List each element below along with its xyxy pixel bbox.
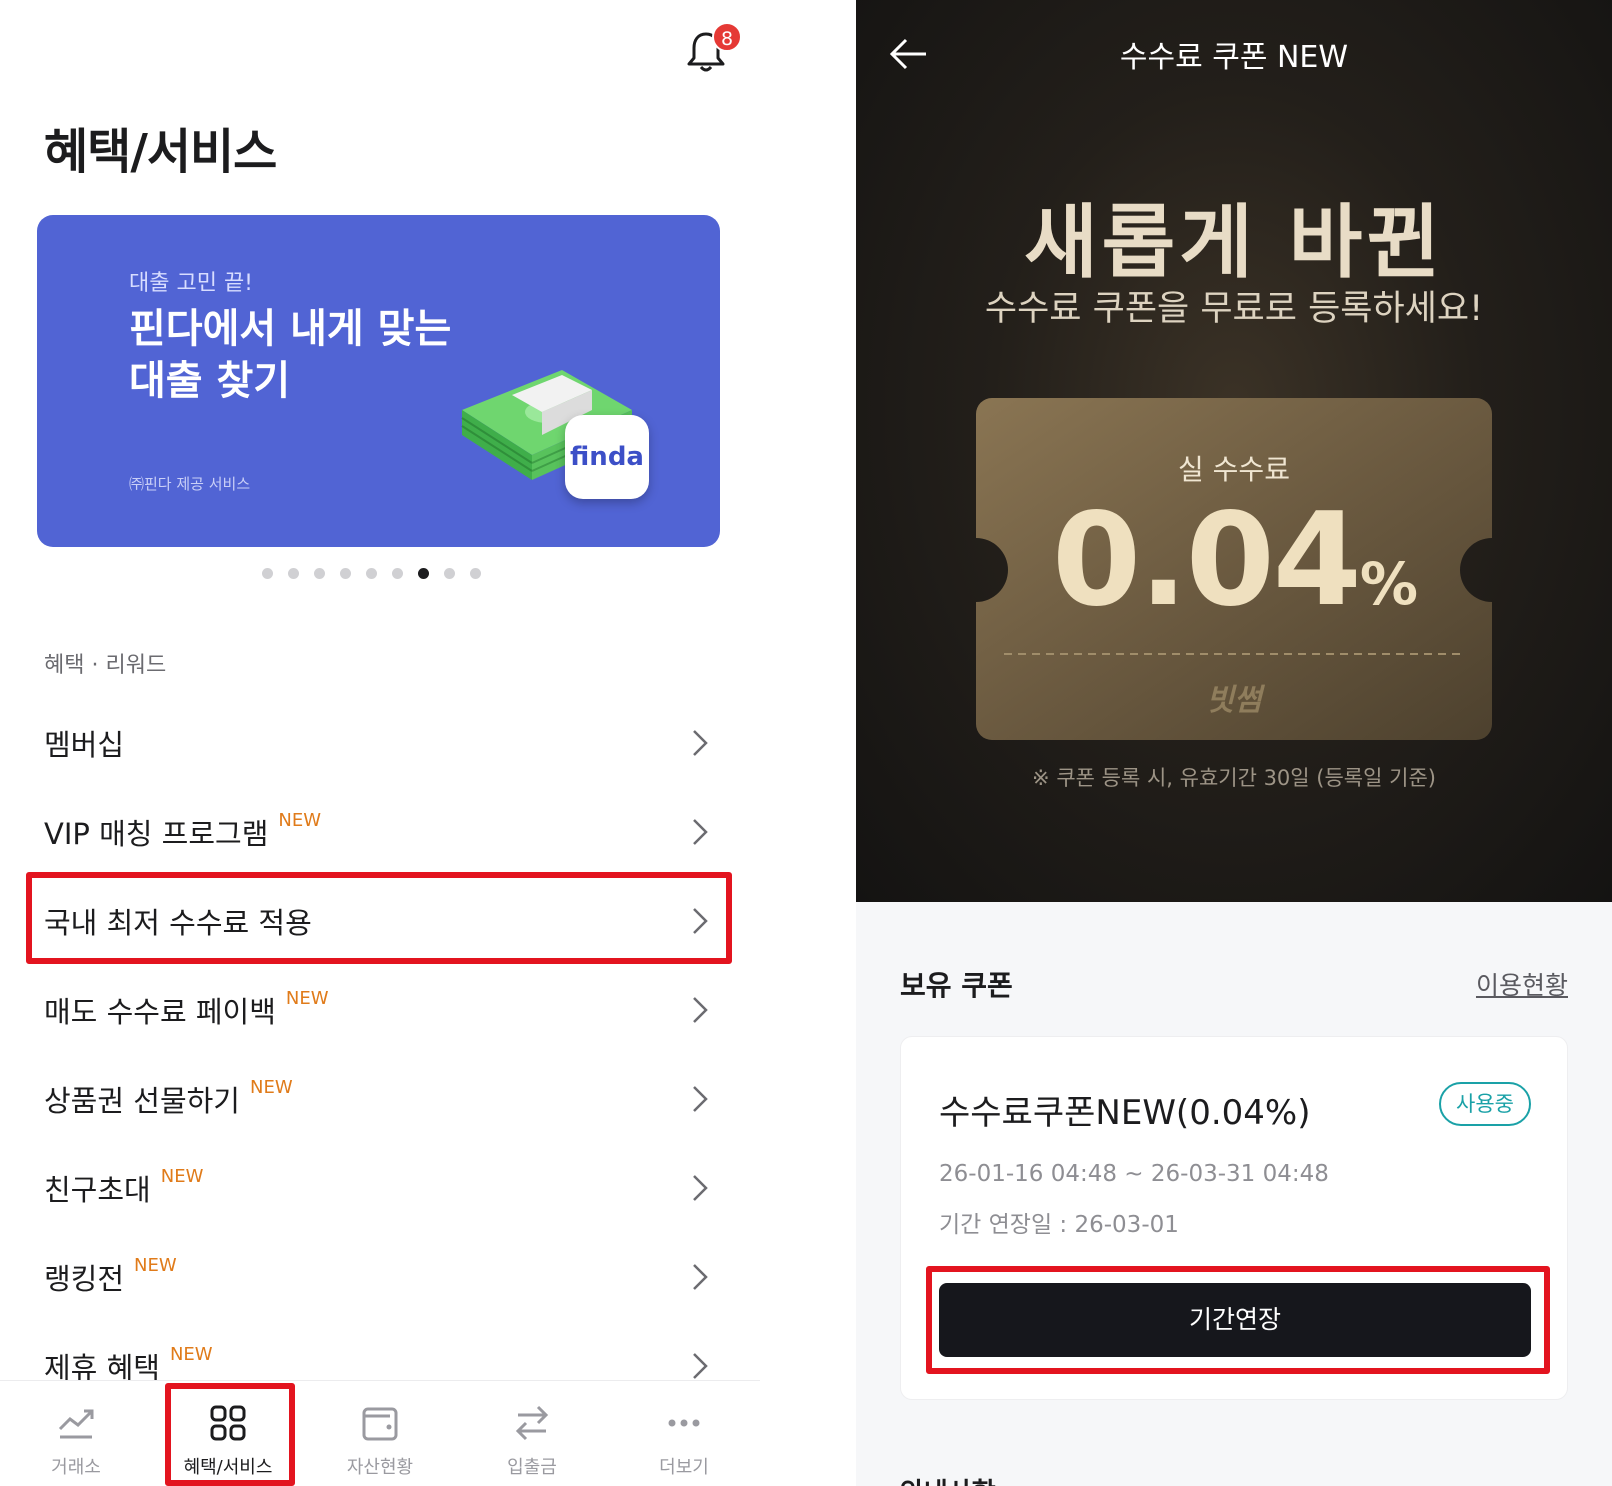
section-label: 혜택 · 리워드	[44, 653, 167, 678]
grid-icon	[210, 1405, 246, 1441]
notification-badge: 8	[712, 22, 742, 52]
coupon-name: 수수료쿠폰NEW(0.04%)	[939, 1093, 1311, 1133]
tab-label: 혜택/서비스	[183, 1457, 273, 1478]
menu-item[interactable]: 매도 수수료 페이백 NEW	[44, 980, 720, 1040]
finda-logo: finda	[565, 415, 649, 499]
header-title: 수수료 쿠폰 NEW	[1119, 40, 1349, 75]
menu-item-label: 매도 수수료 페이백	[44, 995, 276, 1029]
chevron-right-icon	[693, 730, 708, 756]
extend-period-button[interactable]: 기간연장	[939, 1283, 1531, 1357]
wallet-icon	[362, 1407, 398, 1441]
menu-item-label: 멤버십	[44, 728, 125, 762]
new-badge: NEW	[160, 1166, 204, 1187]
coupon-extension-date: 기간 연장일 : 26-03-01	[939, 1212, 1179, 1238]
new-badge: NEW	[285, 988, 329, 1009]
ticket-note: ※ 쿠폰 등록 시, 유효기간 30일 (등록일 기준)	[1032, 766, 1436, 790]
chevron-right-icon	[693, 1264, 708, 1290]
menu-item[interactable]: 랭킹전 NEW	[44, 1247, 720, 1307]
new-badge: NEW	[134, 1255, 177, 1276]
tab-more[interactable]: 더보기	[608, 1381, 760, 1486]
carousel-dot[interactable]	[288, 568, 299, 579]
promo-banner[interactable]: 대출 고민 끝! 핀다에서 내게 맞는 대출 찾기 ㈜핀다 제공 서비스 fin…	[37, 215, 720, 547]
transfer-arrows-icon	[515, 1405, 549, 1441]
tab-label: 더보기	[659, 1457, 709, 1478]
carousel-dot[interactable]	[444, 568, 455, 579]
menu-item-label: VIP 매칭 프로그램	[44, 817, 269, 851]
chevron-right-icon	[693, 1086, 708, 1112]
benefits-screen: 8 혜택/서비스 대출 고민 끝! 핀다에서 내게 맞는 대출 찾기 ㈜핀다 제…	[0, 0, 760, 1486]
banner-eyebrow: 대출 고민 끝!	[129, 271, 254, 296]
carousel-dot[interactable]	[314, 568, 325, 579]
bithumb-logo: 빗썸	[1206, 683, 1262, 718]
fee-coupon-screen: 수수료 쿠폰 NEW 새롭게 바뀐 수수료 쿠폰을 무료로 등록하세요! 실 수…	[856, 0, 1612, 1486]
new-badge: NEW	[278, 810, 322, 831]
new-badge: NEW	[169, 1344, 213, 1365]
coupon-card: 수수료쿠폰NEW(0.04%) 사용중 26-01-16 04:48 ~ 26-…	[900, 1036, 1568, 1400]
chevron-right-icon	[693, 1353, 708, 1379]
page-title: 혜택/서비스	[44, 124, 277, 180]
chevron-right-icon	[693, 908, 708, 934]
chevron-right-icon	[693, 819, 708, 845]
ticket-rate-unit: %	[1359, 550, 1418, 618]
chart-trend-icon	[58, 1409, 94, 1439]
hero-subtitle: 수수료 쿠폰을 무료로 등록하세요!	[984, 289, 1484, 329]
coupon-period: 26-01-16 04:48 ~ 26-03-31 04:48	[939, 1161, 1329, 1187]
carousel-dot[interactable]	[418, 568, 429, 579]
tab-transfer[interactable]: 입출금	[456, 1381, 608, 1486]
usage-history-link[interactable]: 이용현황	[1476, 966, 1568, 1002]
status-badge: 사용중	[1439, 1082, 1531, 1126]
ticket-label: 실 수수료	[1178, 453, 1290, 486]
menu-item[interactable]: 멤버십	[44, 713, 720, 773]
tab-label: 거래소	[51, 1457, 101, 1478]
ticket-rate: 0.04%	[856, 486, 1612, 635]
menu-item-label: 친구초대	[44, 1173, 151, 1207]
bottom-tab-bar: 거래소 혜택/서비스 자산현황 입출금 더보기	[0, 1380, 760, 1486]
ticket-rate-value: 0.04	[1052, 486, 1362, 635]
carousel-dot[interactable]	[340, 568, 351, 579]
tab-assets[interactable]: 자산현황	[304, 1381, 456, 1486]
menu-item-label: 랭킹전	[44, 1262, 125, 1296]
menu-item[interactable]: 상품권 선물하기 NEW	[44, 1069, 720, 1129]
menu-item-label: 국내 최저 수수료 적용	[44, 906, 312, 940]
carousel-indicator	[262, 568, 481, 579]
hero-headline: 새롭게 바뀐	[1024, 196, 1444, 289]
banner-headline: 핀다에서 내게 맞는 대출 찾기	[129, 306, 452, 404]
chevron-right-icon	[693, 997, 708, 1023]
carousel-dot[interactable]	[470, 568, 481, 579]
tab-benefits[interactable]: 혜택/서비스	[152, 1381, 304, 1486]
menu-item[interactable]: VIP 매칭 프로그램 NEW	[44, 802, 720, 862]
notice-title: 안내사항	[900, 1472, 996, 1486]
more-dots-icon	[668, 1419, 700, 1427]
chevron-right-icon	[693, 1175, 708, 1201]
tab-label: 입출금	[507, 1457, 557, 1478]
carousel-dot[interactable]	[366, 568, 377, 579]
hero-section: 수수료 쿠폰 NEW 새롭게 바뀐 수수료 쿠폰을 무료로 등록하세요! 실 수…	[856, 0, 1612, 902]
menu-item[interactable]: 국내 최저 수수료 적용	[44, 891, 720, 951]
carousel-dot[interactable]	[392, 568, 403, 579]
menu-item[interactable]: 친구초대 NEW	[44, 1158, 720, 1218]
menu-item-label: 상품권 선물하기	[44, 1084, 240, 1118]
tab-exchange[interactable]: 거래소	[0, 1381, 152, 1486]
banner-footnote: ㈜핀다 제공 서비스	[129, 475, 251, 493]
carousel-dot[interactable]	[262, 568, 273, 579]
new-badge: NEW	[249, 1077, 293, 1098]
coupons-section-title: 보유 쿠폰	[900, 969, 1013, 1002]
tab-label: 자산현황	[346, 1457, 414, 1478]
